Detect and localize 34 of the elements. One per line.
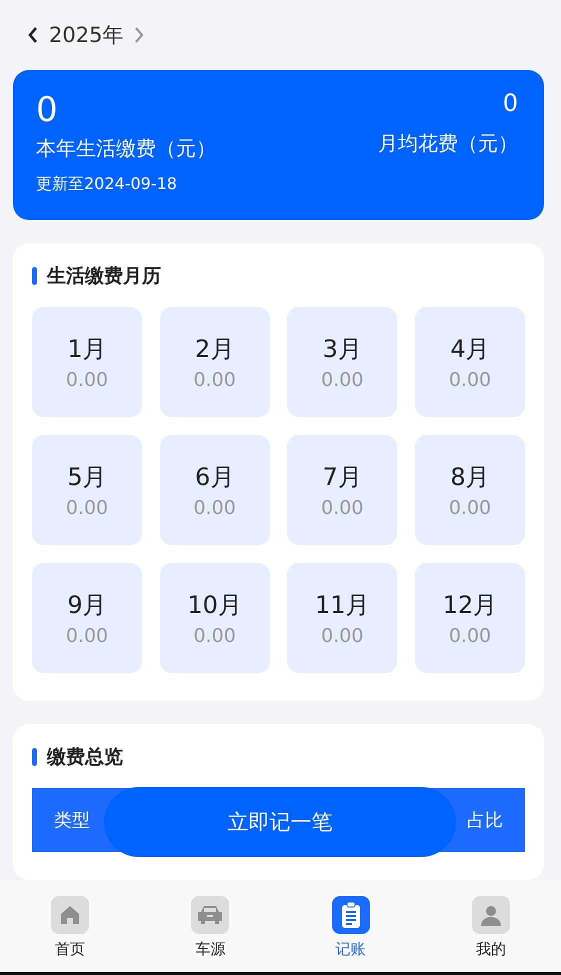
- yearly-total: 0: [36, 90, 58, 131]
- title-accent-bar: [32, 267, 37, 285]
- nav-tab[interactable]: 记账: [316, 896, 386, 959]
- monthly-average-label: 月均花费（元）: [378, 130, 518, 158]
- month-tile[interactable]: 10月 0.00: [160, 563, 270, 673]
- add-record-button[interactable]: 立即记一笔: [104, 787, 456, 857]
- section-title: 缴费总览: [47, 745, 123, 770]
- month-tile[interactable]: 1月 0.00: [32, 307, 142, 417]
- monthly-average: 0: [502, 90, 518, 116]
- month-tile[interactable]: 7月 0.00: [287, 435, 398, 545]
- month-tile[interactable]: 12月 0.00: [414, 563, 525, 673]
- nav-tab[interactable]: 首页: [35, 896, 106, 959]
- chevron-right-icon: [133, 26, 146, 44]
- year-label: 2025年: [49, 22, 124, 50]
- month-tile[interactable]: 5月 0.00: [32, 435, 142, 545]
- next-year-button[interactable]: [133, 26, 146, 44]
- month-tile[interactable]: 6月 0.00: [160, 435, 270, 545]
- month-tile[interactable]: 2月 0.00: [160, 307, 270, 417]
- section-title: 生活缴费月历: [47, 264, 161, 289]
- month-tile[interactable]: 9月 0.00: [32, 563, 142, 673]
- month-tile[interactable]: 8月 0.00: [414, 435, 525, 545]
- month-tile[interactable]: 3月 0.00: [287, 307, 398, 417]
- previous-year-button[interactable]: [27, 26, 39, 44]
- person-icon: [478, 903, 503, 927]
- title-accent-bar: [32, 748, 37, 766]
- column-header: 占比: [467, 809, 503, 832]
- update-date: 更新至2024-09-18: [36, 174, 177, 195]
- yearly-total-label: 本年生活缴费（元）: [36, 134, 216, 162]
- nav-tab[interactable]: 车源: [175, 896, 246, 959]
- month-tile[interactable]: 4月 0.00: [414, 307, 525, 417]
- column-header: 类型: [54, 809, 90, 832]
- chevron-left-icon: [27, 26, 39, 44]
- month-tile[interactable]: 11月 0.00: [287, 563, 398, 673]
- nav-tab[interactable]: 我的: [456, 896, 526, 959]
